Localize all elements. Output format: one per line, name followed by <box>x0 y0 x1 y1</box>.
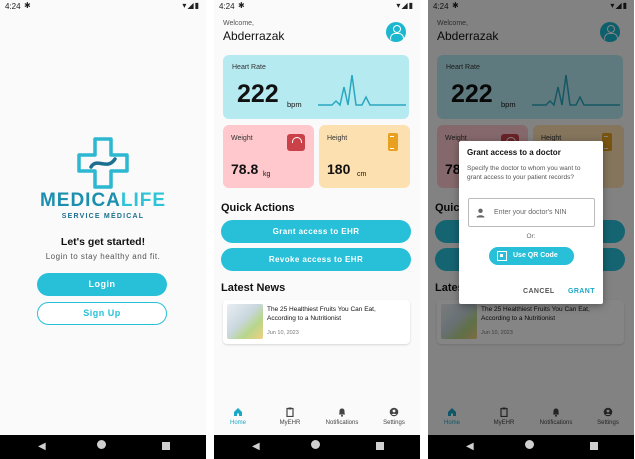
clipboard-icon <box>286 407 294 417</box>
settings-status-icon: ✱ <box>24 1 31 10</box>
recents-icon[interactable] <box>376 442 384 450</box>
login-screen: 4:24 ✱ ▾◢▮ MEDICALIFE SERVICE MÉDICAL Le… <box>0 0 206 459</box>
medical-cross-icon <box>77 137 129 189</box>
grant-access-dialog: Grant access to a doctor Specify the doc… <box>459 141 603 304</box>
news-card[interactable]: The 25 Healthiest Fruits You Can Eat, Ac… <box>223 300 410 344</box>
person-icon <box>476 208 485 218</box>
dialog-grant-button[interactable]: GRANT <box>568 288 595 295</box>
quick-actions-title: Quick Actions <box>221 202 295 214</box>
bottom-navigation: Home MyEHR Notifications Settings <box>214 404 420 435</box>
dialog-title: Grant access to a doctor <box>467 148 561 157</box>
use-qr-code-label: Use QR Code <box>513 252 558 259</box>
nav-settings[interactable]: Settings <box>370 407 418 426</box>
heart-rate-card[interactable]: Heart Rate 222 bpm <box>223 55 409 119</box>
back-icon[interactable]: ◀ <box>252 441 260 452</box>
revoke-access-button[interactable]: Revoke access to EHR <box>221 248 411 271</box>
username: Abderrazak <box>223 29 285 43</box>
nav-notifications-label: Notifications <box>325 420 359 426</box>
system-nav-bar: ◀ <box>428 435 634 459</box>
system-nav-bar: ◀ <box>214 435 420 459</box>
brand-subtitle: SERVICE MÉDICAL <box>61 213 145 220</box>
back-icon[interactable]: ◀ <box>466 441 474 452</box>
login-button[interactable]: Login <box>37 273 167 296</box>
heart-rate-unit: bpm <box>287 100 302 109</box>
nav-settings-label: Settings <box>383 420 405 426</box>
home-circle-icon[interactable] <box>97 440 106 449</box>
brand-part-1: MEDICA <box>39 190 121 211</box>
profile-avatar-icon[interactable] <box>386 22 406 42</box>
height-label: Height <box>327 135 348 142</box>
app-logo: MEDICALIFE SERVICE MÉDICAL <box>36 132 170 224</box>
dialog-description: Specify the doctor to whom you want to g… <box>467 165 581 181</box>
signal-battery-icon: ▾◢▮ <box>396 1 414 10</box>
signup-button[interactable]: Sign Up <box>37 302 167 325</box>
settings-icon <box>389 407 399 417</box>
weight-value: 78.8 <box>231 161 259 177</box>
height-value: 180 <box>327 161 351 177</box>
settings-status-icon: ✱ <box>238 1 245 10</box>
height-card[interactable]: Height 180 cm <box>319 125 410 188</box>
news-thumbnail <box>227 304 263 339</box>
doctor-nin-placeholder: Enter your doctor's NIN <box>494 209 567 216</box>
brand-name: MEDICALIFE <box>36 190 170 212</box>
qr-code-icon <box>497 251 507 261</box>
dialog-cancel-button[interactable]: CANCEL <box>523 288 555 295</box>
brand-part-2: LIFE <box>120 190 167 211</box>
home-icon <box>234 408 242 416</box>
ruler-icon <box>388 133 398 151</box>
news-date: Jun 10, 2023 <box>267 330 299 336</box>
home-circle-icon[interactable] <box>311 440 320 449</box>
status-time: 4:24 <box>5 2 21 11</box>
back-icon[interactable]: ◀ <box>38 441 46 452</box>
nav-home-label: Home <box>229 420 246 426</box>
home-screen-with-dialog: 4:24 ✱ ▾◢▮ Welcome, Abderrazak Heart Rat… <box>428 0 634 459</box>
heart-rate-value: 222 <box>237 80 279 108</box>
weight-card[interactable]: Weight 78.8 kg <box>223 125 314 188</box>
scale-icon <box>287 134 305 151</box>
recents-icon[interactable] <box>590 442 598 450</box>
weight-unit: kg <box>263 171 271 178</box>
doctor-nin-input[interactable]: Enter your doctor's NIN <box>468 198 595 227</box>
weight-label: Weight <box>231 135 253 142</box>
headline: Let's get started! <box>60 236 146 248</box>
nav-notifications[interactable]: Notifications <box>318 407 366 426</box>
news-title: The 25 Healthiest Fruits You Can Eat, Ac… <box>267 306 376 322</box>
welcome-label: Welcome, <box>223 20 254 27</box>
use-qr-code-button[interactable]: Use QR Code <box>489 247 574 265</box>
ecg-line-icon <box>318 74 406 107</box>
bell-icon <box>339 408 345 417</box>
status-bar: 4:24 ✱ ▾◢▮ <box>214 0 420 14</box>
nav-home[interactable]: Home <box>214 407 262 426</box>
nav-myehr[interactable]: MyEHR <box>266 407 314 426</box>
status-bar: 4:24 ✱ ▾◢▮ <box>0 0 206 14</box>
system-nav-bar: ◀ <box>0 435 206 459</box>
heart-rate-label: Heart Rate <box>232 64 266 71</box>
home-circle-icon[interactable] <box>525 440 534 449</box>
signal-battery-icon: ▾◢▮ <box>182 1 200 10</box>
nav-myehr-label: MyEHR <box>279 420 301 426</box>
height-unit: cm <box>357 171 367 178</box>
latest-news-title: Latest News <box>221 282 286 294</box>
status-time: 4:24 <box>219 2 235 11</box>
login-subtitle: Login to stay healthy and fit. <box>45 252 161 261</box>
grant-access-button[interactable]: Grant access to EHR <box>221 220 411 243</box>
recents-icon[interactable] <box>162 442 170 450</box>
home-screen: 4:24 ✱ ▾◢▮ Welcome, Abderrazak Heart Rat… <box>214 0 420 459</box>
or-label: Or: <box>526 233 536 240</box>
